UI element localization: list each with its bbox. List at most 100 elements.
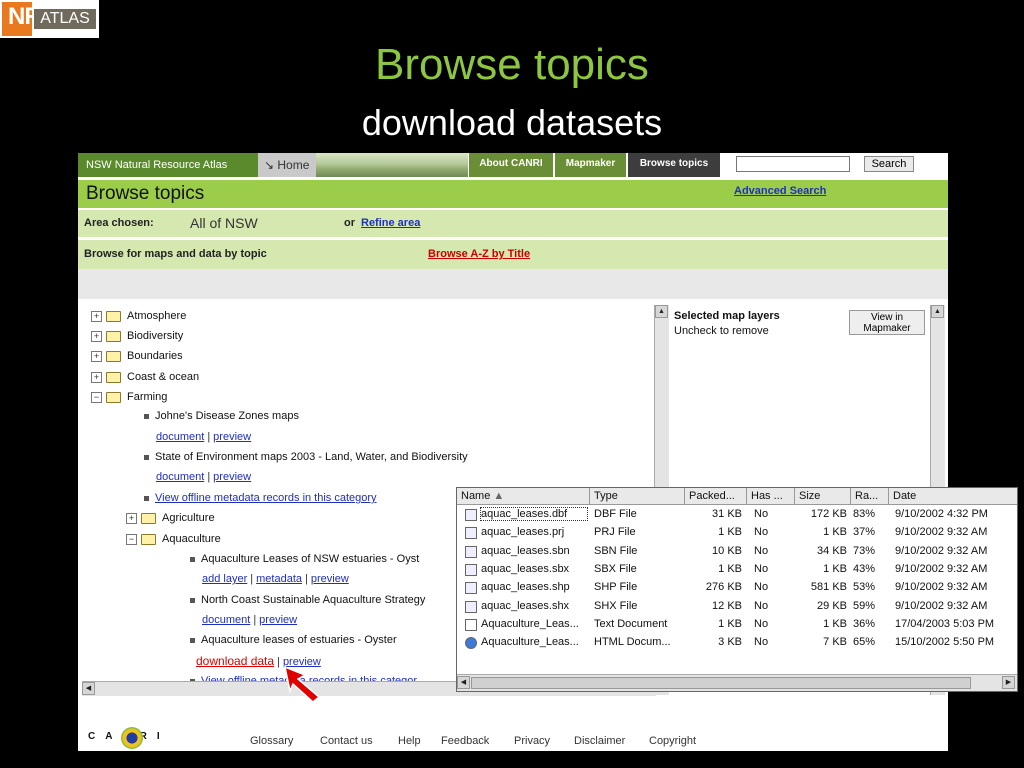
cell-type: DBF File: [594, 508, 637, 520]
download-data-link[interactable]: download data: [196, 654, 274, 668]
separator: |: [207, 471, 211, 483]
tree-item-atmosphere[interactable]: + Atmosphere: [91, 310, 186, 322]
list-item-soe: State of Environment maps 2003 - Land, W…: [144, 451, 468, 463]
page-title: Browse topics: [86, 183, 205, 204]
scroll-left-icon[interactable]: ◀: [82, 682, 95, 695]
file-row[interactable]: Aquaculture_Leas... HTML Docum... 3 KB No 7 …: [457, 634, 1017, 652]
selected-layers-subtitle: Uncheck to remove: [674, 325, 769, 337]
collapse-icon[interactable]: −: [91, 391, 102, 403]
cell-packed: 1 KB: [718, 562, 742, 575]
view-in-mapmaker-button[interactable]: View in Mapmaker: [849, 310, 925, 335]
slide-title: Browse topics: [375, 40, 649, 89]
file-row[interactable]: aquac_leases.shp SHP File 276 KB No 581 KB 53…: [457, 579, 1017, 597]
file-list-horizontal-scrollbar[interactable]: ◀ ▶: [457, 674, 1017, 691]
expand-icon[interactable]: +: [126, 512, 137, 524]
canri-sun-logo-icon: [121, 727, 143, 749]
home-label: Home: [277, 158, 310, 172]
tree-item-agriculture[interactable]: + Agriculture: [126, 512, 215, 524]
file-row[interactable]: Aquaculture_Leas... Text Document 1 KB No 1 …: [457, 616, 1017, 634]
footer-link-feedback[interactable]: Feedback: [441, 735, 489, 747]
document-link[interactable]: document: [156, 431, 204, 443]
cell-ratio: 65%: [853, 636, 876, 649]
advanced-search-link[interactable]: Advanced Search: [734, 185, 826, 197]
scroll-up-icon[interactable]: ▲: [655, 305, 668, 318]
list-item-north-coast: North Coast Sustainable Aquaculture Stra…: [190, 594, 425, 606]
mapmaker-button[interactable]: Mapmaker: [555, 153, 626, 177]
tree-item-biodiversity[interactable]: + Biodiversity: [91, 330, 183, 342]
file-row[interactable]: aquac_leases.sbn SBN File 10 KB No 34 KB 73% 9…: [457, 543, 1017, 561]
tree-item-coast-ocean[interactable]: + Coast & ocean: [91, 371, 199, 383]
add-layer-link[interactable]: add layer: [202, 573, 247, 585]
preview-link[interactable]: preview: [311, 573, 349, 585]
column-header-date[interactable]: Date: [889, 488, 1017, 505]
file-row[interactable]: aquac_leases.prj PRJ File 1 KB No 1 KB 37% 9/1…: [457, 524, 1017, 542]
area-chosen-value: All of NSW: [190, 215, 258, 231]
preview-link[interactable]: preview: [213, 471, 251, 483]
cell-type: PRJ File: [594, 526, 636, 539]
footer-link-glossary[interactable]: Glossary: [250, 735, 293, 747]
search-button[interactable]: Search: [864, 156, 914, 172]
file-row[interactable]: aquac_leases.dbf DBF File 31 KB No 172 KB 83%…: [457, 506, 1017, 524]
scroll-right-icon[interactable]: ▶: [1002, 676, 1015, 689]
item-links: document | preview: [156, 431, 251, 443]
footer-link-copyright[interactable]: Copyright: [649, 735, 696, 747]
footer-link-disclaimer[interactable]: Disclaimer: [574, 735, 625, 747]
separator: |: [207, 431, 211, 443]
scroll-left-icon[interactable]: ◀: [457, 676, 470, 689]
cell-size: 1 KB: [823, 562, 847, 575]
metadata-link[interactable]: metadata: [256, 573, 302, 585]
cell-name: aquac_leases.shp: [481, 581, 570, 594]
tree-label: Biodiversity: [127, 330, 184, 342]
cell-packed: 10 KB: [712, 544, 742, 557]
collapse-icon[interactable]: −: [126, 533, 137, 545]
footer-link-contact[interactable]: Contact us: [320, 735, 373, 747]
footer-link-privacy[interactable]: Privacy: [514, 735, 550, 747]
tree-item-farming[interactable]: − Farming: [91, 391, 167, 403]
area-chosen-label: Area chosen:: [84, 217, 154, 229]
folder-icon: [106, 371, 121, 383]
tree-item-boundaries[interactable]: + Boundaries: [91, 350, 183, 362]
tree-item-aquaculture[interactable]: − Aquaculture: [126, 533, 221, 545]
column-header-type[interactable]: Type: [590, 488, 685, 505]
refine-area-link[interactable]: Refine area: [361, 217, 420, 229]
footer-link-help[interactable]: Help: [398, 735, 421, 747]
expand-icon[interactable]: +: [91, 310, 102, 322]
search-input[interactable]: [736, 156, 850, 172]
cell-ratio: 43%: [853, 562, 876, 575]
scroll-up-icon[interactable]: ▲: [931, 305, 944, 318]
column-header-name[interactable]: Name ▲: [457, 488, 590, 505]
tree-label: Aquaculture: [162, 533, 221, 545]
prj-file-icon: [465, 527, 477, 540]
column-header-packed[interactable]: Packed...: [685, 488, 747, 505]
page-title-bar: Browse topics Advanced Search: [78, 180, 948, 208]
about-canri-button[interactable]: About CANRI: [469, 153, 553, 177]
file-row[interactable]: aquac_leases.shx SHX File 12 KB No 29 KB 59% 9…: [457, 598, 1017, 616]
column-header-size[interactable]: Size: [795, 488, 851, 505]
bullet-icon: [144, 413, 149, 419]
cell-size: 29 KB: [817, 599, 847, 612]
view-button-line1: View in: [870, 312, 904, 323]
cell-packed: 276 KB: [705, 581, 742, 594]
site-brand[interactable]: NSW Natural Resource Atlas: [78, 153, 258, 177]
cell-date: 9/10/2002 9:32 AM: [895, 599, 988, 612]
offline-metadata-link[interactable]: View offline metadata records in this ca…: [155, 492, 377, 504]
browse-topics-button[interactable]: Browse topics: [628, 153, 720, 177]
scrollbar-thumb[interactable]: [471, 677, 971, 689]
document-link[interactable]: document: [202, 614, 250, 626]
file-row[interactable]: aquac_leases.sbx SBX File 1 KB No 1 KB 43% 9/1…: [457, 561, 1017, 579]
sbn-file-icon: [465, 545, 477, 558]
separator: |: [277, 656, 280, 668]
tree-label: Boundaries: [127, 350, 183, 362]
column-header-ratio[interactable]: Ra...: [851, 488, 889, 505]
document-link[interactable]: document: [156, 471, 204, 483]
list-item-aq-leases-oyster: Aquaculture leases of estuaries - Oyster: [190, 634, 397, 646]
browse-az-link[interactable]: Browse A-Z by Title: [428, 248, 530, 260]
home-link[interactable]: ↘ Home: [258, 153, 316, 177]
preview-link[interactable]: preview: [213, 431, 251, 443]
landscape-banner: [316, 153, 468, 177]
expand-icon[interactable]: +: [91, 330, 102, 342]
expand-icon[interactable]: +: [91, 350, 102, 362]
preview-link[interactable]: preview: [259, 614, 297, 626]
column-header-has[interactable]: Has ...: [747, 488, 795, 505]
expand-icon[interactable]: +: [91, 371, 102, 383]
